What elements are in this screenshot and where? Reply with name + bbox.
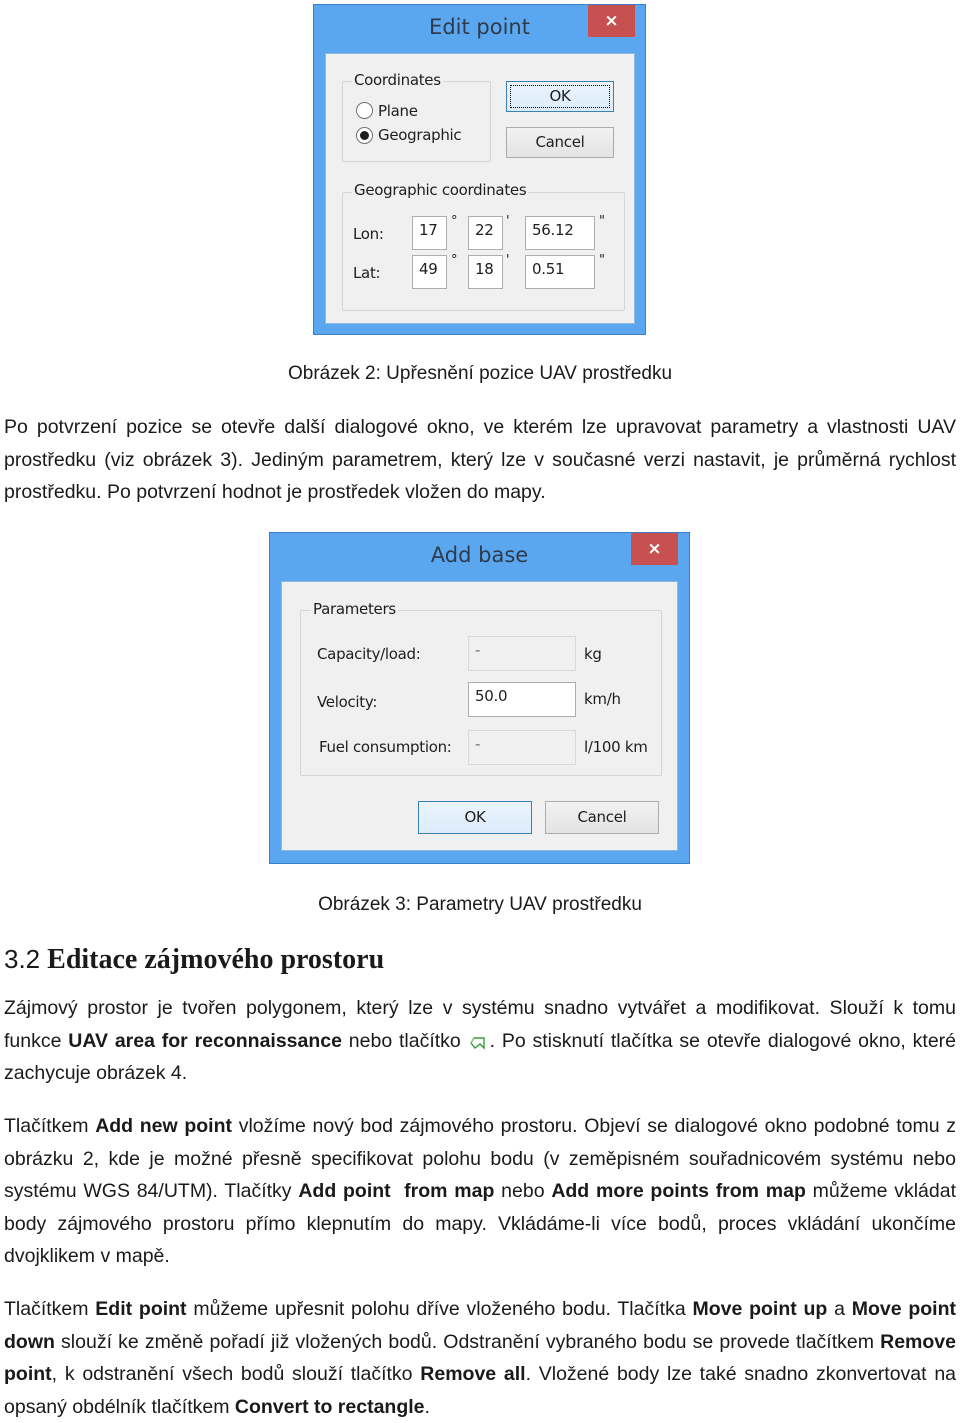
lat-seconds-input[interactable]: 0.51 [525, 255, 595, 289]
polygon-area-icon [468, 1031, 490, 1051]
figure-caption-2: Obrázek 2: Upřesnění pozice UAV prostřed… [287, 363, 673, 384]
minute-symbol: ' [506, 214, 510, 229]
text-run: nebo tlačítko [341, 1029, 468, 1052]
coordinates-group-label: Coordinates [352, 71, 443, 89]
radio-geographic[interactable] [356, 127, 373, 144]
text-run: a [827, 1298, 852, 1320]
text-run: Tlačítkem [4, 1115, 96, 1137]
second-symbol: " [599, 214, 605, 229]
ui-term: Convert to rectangle [234, 1395, 425, 1418]
dialog-client-area: Coordinates Plane Geographic OK Cancel G… [325, 53, 635, 324]
ok-button[interactable]: OK [418, 801, 532, 834]
text-run: . [424, 1395, 430, 1418]
radio-geographic-label[interactable]: Geographic [378, 126, 462, 144]
coordinates-group [342, 81, 491, 162]
geographic-coordinates-group [342, 192, 625, 311]
ui-term: Add more points from map [551, 1180, 806, 1203]
text-run: , k odstranění všech bodů slouží tlačítk… [51, 1363, 421, 1386]
fuel-consumption-label: Fuel consumption: [319, 738, 452, 756]
section-number: 3.2 [4, 944, 41, 974]
dialog-title: Add base [430, 543, 529, 567]
ui-term: Add point from map [298, 1180, 495, 1203]
lat-label: Lat: [353, 264, 381, 282]
paragraph-4: Tlačítkem Edit point můžeme upřesnit pol… [4, 1293, 956, 1423]
fuel-consumption-unit: l/100 km [584, 738, 648, 756]
lon-seconds-input[interactable]: 56.12 [525, 216, 595, 250]
close-icon: × [647, 539, 662, 559]
figure-caption-3: Obrázek 3: Parametry UAV prostředku [318, 894, 642, 915]
lon-degrees-input[interactable]: 17 [412, 216, 447, 250]
degree-symbol: ° [451, 214, 458, 229]
text-run: můžeme upřesnit polohu dříve vloženého b… [186, 1298, 693, 1320]
capacity-load-input[interactable]: - [468, 636, 576, 671]
cancel-button[interactable]: Cancel [545, 801, 659, 834]
geographic-coordinates-group-label: Geographic coordinates [352, 181, 529, 199]
close-button[interactable]: × [588, 5, 635, 37]
text-run: slouží ke změně pořadí již vložených bod… [54, 1330, 881, 1353]
lat-degrees-input[interactable]: 49 [412, 255, 447, 289]
close-icon: × [604, 11, 619, 31]
ui-term: Edit point [95, 1298, 187, 1320]
velocity-input[interactable]: 50.0 [468, 682, 576, 717]
close-button[interactable]: × [631, 533, 678, 565]
lat-minutes-input[interactable]: 18 [468, 255, 503, 289]
radio-plane-label[interactable]: Plane [378, 102, 418, 120]
dialog-client-area: Parameters Capacity/load: - kg Velocity:… [281, 581, 678, 851]
degree-symbol: ° [451, 253, 458, 268]
capacity-load-label: Capacity/load: [317, 645, 421, 663]
ui-term: Move point up [692, 1298, 828, 1320]
radio-plane[interactable] [356, 102, 373, 119]
ok-button[interactable]: OK [506, 81, 614, 112]
paragraph-3: Tlačítkem Add new point vložíme nový bod… [4, 1110, 956, 1273]
fuel-consumption-input[interactable]: - [468, 730, 576, 765]
add-base-dialog: Add base × Parameters Capacity/load: - k… [269, 532, 690, 864]
paragraph-2: Zájmový prostor je tvořen polygonem, kte… [4, 992, 956, 1090]
ui-term: UAV area for reconnaissance [68, 1029, 342, 1052]
lon-minutes-input[interactable]: 22 [468, 216, 503, 250]
text-run: Tlačítkem [4, 1298, 96, 1320]
second-symbol: " [599, 253, 605, 268]
lon-label: Lon: [353, 225, 384, 243]
edit-point-dialog: Edit point × Coordinates Plane Geographi… [313, 4, 646, 335]
text-run: nebo [494, 1180, 552, 1203]
cancel-button[interactable]: Cancel [506, 127, 614, 158]
section-title: Editace zájmového prostoru [47, 944, 385, 975]
ui-term: Remove all [420, 1363, 526, 1386]
ui-term: Add new point [95, 1115, 233, 1137]
velocity-label: Velocity: [317, 693, 378, 711]
parameters-group-label: Parameters [311, 600, 398, 618]
capacity-load-unit: kg [584, 645, 602, 663]
velocity-unit: km/h [584, 690, 621, 708]
section-heading: 3.2 Editace zájmového prostoru [4, 944, 384, 976]
paragraph-1: Po potvrzení pozice se otevře další dial… [4, 416, 956, 504]
minute-symbol: ' [506, 253, 510, 268]
